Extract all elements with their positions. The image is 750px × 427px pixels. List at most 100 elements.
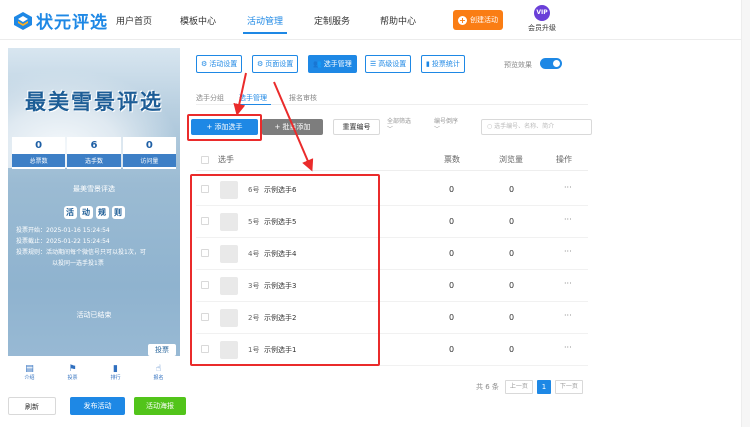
more-icon[interactable]: ··· bbox=[564, 311, 572, 320]
activity-name: 最美雪景评选 bbox=[73, 185, 115, 193]
hand-icon: ☝ bbox=[155, 363, 162, 374]
stat-value: 0 bbox=[145, 140, 153, 151]
vote-end-time: 投票截止：2025-01-22 15:24:54 bbox=[16, 238, 110, 245]
annotation-highlight-add-button bbox=[187, 114, 262, 141]
create-activity-button[interactable]: + 创建活动 bbox=[453, 10, 503, 30]
tab-label: 介绍 bbox=[24, 374, 35, 381]
nav-item-home[interactable]: 用户首页 bbox=[116, 14, 152, 27]
more-icon[interactable]: ··· bbox=[564, 215, 572, 224]
vote-start-time: 投票开始：2025-01-16 15:24:54 bbox=[16, 227, 110, 234]
player-views: 0 bbox=[509, 313, 515, 322]
nav-item-custom-service[interactable]: 定制服务 bbox=[314, 14, 350, 27]
vote-rule: 投票规则：活动期间每个微信号只可以投1次，可 bbox=[16, 249, 146, 256]
next-page-button[interactable]: 下一页 bbox=[554, 380, 583, 394]
column-votes[interactable]: 票数 bbox=[444, 154, 460, 165]
current-page[interactable]: 1 bbox=[536, 380, 551, 394]
sort-label: 编号倒序 bbox=[434, 118, 459, 125]
player-views: 0 bbox=[509, 249, 515, 258]
publish-activity-button[interactable]: 发布活动 bbox=[70, 397, 125, 415]
sort-select[interactable]: 编号倒序 ﹀ bbox=[434, 118, 458, 134]
player-votes: 0 bbox=[449, 185, 455, 194]
vote-stats-button[interactable]: ▮ 投票统计 bbox=[421, 55, 465, 73]
advanced-settings-button[interactable]: ☰ 高级设置 bbox=[365, 55, 412, 73]
preview-vote-button[interactable]: 投票 bbox=[148, 344, 176, 356]
refresh-button[interactable]: 刷新 bbox=[8, 397, 56, 415]
rules-char: 则 bbox=[111, 206, 125, 219]
player-manage-label: 选手管理 bbox=[323, 60, 352, 68]
more-icon[interactable]: ··· bbox=[564, 343, 572, 352]
tab-label: 排行 bbox=[110, 374, 121, 381]
chevron-down-icon: ﹀ bbox=[434, 126, 441, 133]
player-votes: 0 bbox=[449, 217, 455, 226]
prev-page-button[interactable]: 上一页 bbox=[504, 380, 533, 394]
tab-ranking[interactable]: ▮ 排行 bbox=[110, 364, 120, 381]
search-placeholder: 选手编号、名称、简介 bbox=[494, 123, 555, 130]
more-icon[interactable]: ··· bbox=[564, 279, 572, 288]
rules-char: 规 bbox=[95, 206, 109, 219]
preview-effect-toggle[interactable] bbox=[540, 58, 562, 69]
mobile-preview-panel: 最美雪景评选 0 总票数 6 选手数 0 访问量 最美雪景评选 活 动 规 则 … bbox=[8, 48, 180, 388]
logo[interactable]: 状元评选 bbox=[13, 8, 108, 33]
more-icon[interactable]: ··· bbox=[564, 183, 572, 192]
flag-icon: ⚑ bbox=[68, 363, 77, 374]
select-all-checkbox[interactable] bbox=[201, 156, 209, 164]
top-navbar: 状元评选 用户首页 模板中心 活动管理 定制服务 帮助中心 + 创建活动 VIP… bbox=[0, 0, 750, 40]
batch-add-button[interactable]: + 批量添加 bbox=[262, 119, 323, 135]
tab-vote[interactable]: ⚑ 投票 bbox=[67, 364, 77, 381]
subtab-signup-review[interactable]: 报名审核 bbox=[289, 93, 317, 103]
activity-poster-button[interactable]: 活动海报 bbox=[134, 397, 186, 415]
vip-label: 会员升级 bbox=[528, 24, 556, 32]
advanced-settings-label: 高级设置 bbox=[378, 60, 407, 68]
nav-item-activity-manage[interactable]: 活动管理 bbox=[247, 14, 283, 27]
subtab-player-manage[interactable]: 选手管理 bbox=[239, 93, 267, 103]
annotation-highlight-player-list bbox=[190, 174, 380, 366]
stat-value: 6 bbox=[90, 140, 98, 151]
stat-total-votes: 0 总票数 bbox=[12, 137, 66, 169]
rules-char: 动 bbox=[79, 206, 93, 219]
home-icon: ▤ bbox=[25, 363, 34, 374]
create-activity-label: 创建活动 bbox=[470, 16, 498, 24]
more-icon[interactable]: ··· bbox=[564, 247, 572, 256]
subtab-player-groups[interactable]: 选手分组 bbox=[196, 93, 224, 103]
preview-tabbar: ▤ 介绍 ⚑ 投票 ▮ 排行 ☝ 报名 bbox=[8, 356, 180, 388]
stat-visits: 0 访问量 bbox=[122, 137, 176, 169]
nav-item-templates[interactable]: 模板中心 bbox=[180, 14, 216, 27]
sliders-icon: ☰ bbox=[370, 60, 377, 68]
player-search-input[interactable]: ○ 选手编号、名称、简介 bbox=[481, 119, 592, 135]
vip-icon: VIP bbox=[534, 5, 550, 21]
tab-label: 报名 bbox=[153, 374, 164, 381]
page-scrollbar[interactable] bbox=[741, 0, 750, 427]
stats-row: 0 总票数 6 选手数 0 访问量 bbox=[12, 137, 176, 169]
column-views[interactable]: 浏览量 bbox=[499, 154, 523, 165]
bottom-actions: 刷新 发布活动 活动海报 bbox=[8, 397, 188, 415]
player-manage-button[interactable]: 👥 选手管理 bbox=[308, 55, 357, 73]
chevron-down-icon: ﹀ bbox=[387, 126, 394, 133]
stat-value: 0 bbox=[35, 140, 43, 151]
stat-label: 总票数 bbox=[12, 154, 66, 167]
nav-active-underline bbox=[243, 32, 287, 34]
activity-rules-heading: 活 动 规 则 bbox=[8, 206, 180, 219]
gear-icon: ⚙ bbox=[201, 60, 208, 68]
stat-player-count: 6 选手数 bbox=[67, 137, 121, 169]
player-votes: 0 bbox=[449, 249, 455, 258]
player-views: 0 bbox=[509, 281, 515, 290]
player-views: 0 bbox=[509, 345, 515, 354]
vip-upgrade[interactable]: VIP 会员升级 bbox=[526, 5, 558, 33]
page: 状元评选 用户首页 模板中心 活动管理 定制服务 帮助中心 + 创建活动 VIP… bbox=[0, 0, 750, 427]
tab-intro[interactable]: ▤ 介绍 bbox=[24, 364, 34, 381]
activity-settings-button[interactable]: ⚙ 活动设置 bbox=[196, 55, 243, 73]
subtab-active-underline bbox=[239, 104, 271, 105]
bar-chart-icon: ▮ bbox=[113, 363, 118, 374]
activity-info: 投票开始：2025-01-16 15:24:54 投票截止：2025-01-22… bbox=[12, 225, 176, 285]
preview-title: 最美雪景评选 bbox=[25, 90, 163, 114]
page-settings-button[interactable]: ⚙ 页面设置 bbox=[252, 55, 299, 73]
logo-icon bbox=[14, 11, 32, 30]
reset-numbering-button[interactable]: 重置编号 bbox=[333, 119, 380, 135]
plus-icon: + bbox=[458, 15, 467, 25]
filter-all-select[interactable]: 全部筛选 ﹀ bbox=[387, 118, 411, 134]
logo-text: 状元评选 bbox=[36, 13, 108, 33]
nav-item-help[interactable]: 帮助中心 bbox=[380, 14, 416, 27]
bar-chart-icon: ▮ bbox=[426, 60, 430, 68]
preview-effect-label: 预览效果 bbox=[504, 61, 532, 69]
tab-signup[interactable]: ☝ 报名 bbox=[153, 364, 163, 381]
